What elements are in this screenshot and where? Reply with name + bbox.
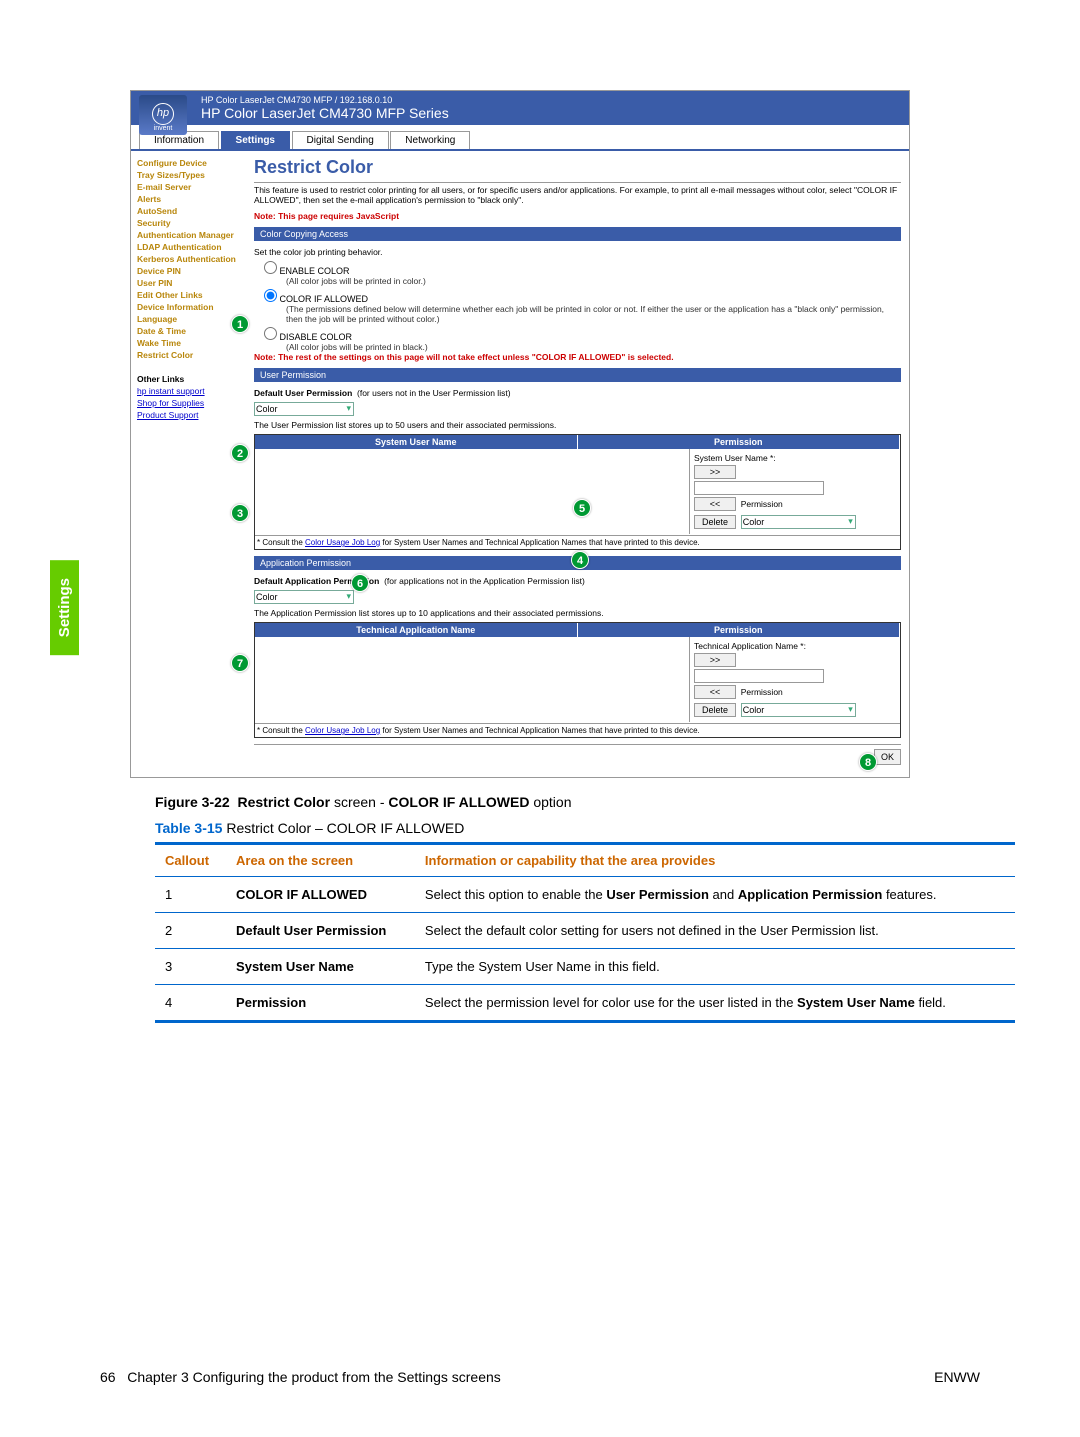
opt-disable-color: DISABLE COLOR	[280, 332, 353, 342]
nav-language[interactable]: Language	[131, 313, 246, 325]
callout-1: 1	[231, 315, 249, 333]
opt-enable-color: ENABLE COLOR	[280, 266, 350, 276]
nav-auth-manager[interactable]: Authentication Manager	[131, 229, 246, 241]
section-color-copying: Color Copying Access	[254, 227, 901, 241]
js-note: Note: This page requires JavaScript	[254, 211, 901, 221]
opt-color-if-allowed: COLOR IF ALLOWED	[280, 294, 369, 304]
settings-note: Note: The rest of the settings on this p…	[254, 352, 901, 362]
radio-disable-color[interactable]	[264, 327, 277, 340]
page-title: Restrict Color	[254, 157, 901, 178]
nav-date-time[interactable]: Date & Time	[131, 325, 246, 337]
table-row: 4 Permission Select the permission level…	[155, 985, 1015, 1022]
nav-kerberos-auth[interactable]: Kerberos Authentication	[131, 253, 246, 265]
nav-email-server[interactable]: E-mail Server	[131, 181, 246, 193]
app-list-desc: The Application Permission list stores u…	[254, 608, 901, 618]
app-permission-list[interactable]	[255, 637, 690, 722]
nav-shop-supplies[interactable]: Shop for Supplies	[131, 397, 246, 409]
table-row: 1 COLOR IF ALLOWED Select this option to…	[155, 877, 1015, 913]
table-caption: Table 3-15 Restrict Color – COLOR IF ALL…	[155, 820, 980, 836]
default-user-perm-hint: (for users not in the User Permission li…	[357, 388, 511, 398]
remove-app-button[interactable]: <<	[694, 685, 736, 699]
device-series: HP Color LaserJet CM4730 MFP Series	[201, 105, 909, 121]
nav-hp-instant-support[interactable]: hp instant support	[131, 385, 246, 397]
page-footer: 66 Chapter 3 Configuring the product fro…	[0, 1369, 1080, 1385]
nav-device-pin[interactable]: Device PIN	[131, 265, 246, 277]
nav-restrict-color[interactable]: Restrict Color	[131, 349, 246, 361]
default-app-perm-select[interactable]: Color	[254, 590, 354, 604]
table-row: 3 System User Name Type the System User …	[155, 949, 1015, 985]
behavior-label: Set the color job printing behavior.	[254, 247, 901, 257]
user-perm-select[interactable]: Color	[741, 515, 856, 529]
radio-enable-color[interactable]	[264, 261, 277, 274]
nav-tray-sizes[interactable]: Tray Sizes/Types	[131, 169, 246, 181]
th-app-permission: Permission	[578, 623, 901, 637]
default-app-perm-hint: (for applications not in the Application…	[384, 576, 585, 586]
ok-button[interactable]: OK	[874, 749, 901, 765]
hp-logo: hp invent	[139, 95, 187, 135]
default-user-perm-select[interactable]: Color	[254, 402, 354, 416]
table-row: 2 Default User Permission Select the def…	[155, 913, 1015, 949]
system-user-name-input[interactable]	[694, 481, 824, 495]
nav-other-links-header: Other Links	[131, 373, 246, 385]
add-user-button[interactable]: >>	[694, 465, 736, 479]
add-app-button[interactable]: >>	[694, 653, 736, 667]
page-description: This feature is used to restrict color p…	[254, 182, 901, 205]
callout-3: 3	[231, 504, 249, 522]
color-usage-log-link[interactable]: Color Usage Job Log	[305, 538, 380, 547]
callout-7: 7	[231, 654, 249, 672]
th-app-name: Technical Application Name	[255, 623, 578, 637]
nav-product-support[interactable]: Product Support	[131, 409, 246, 421]
callout-table: Callout Area on the screen Information o…	[155, 842, 1015, 1023]
nav-device-info[interactable]: Device Information	[131, 301, 246, 313]
remove-user-button[interactable]: <<	[694, 497, 736, 511]
nav-alerts[interactable]: Alerts	[131, 193, 246, 205]
tab-settings[interactable]: Settings	[221, 131, 290, 149]
nav-user-pin[interactable]: User PIN	[131, 277, 246, 289]
callout-2: 2	[231, 444, 249, 462]
user-perm-label: Permission	[741, 499, 783, 509]
system-user-name-label: System User Name *:	[694, 453, 896, 463]
opt-enable-color-sub: (All color jobs will be printed in color…	[286, 276, 901, 286]
app-perm-select[interactable]: Color	[741, 703, 856, 717]
section-user-permission: User Permission	[254, 368, 901, 382]
callout-5: 5	[573, 499, 591, 517]
delete-user-button[interactable]: Delete	[694, 515, 736, 529]
th-permission: Permission	[578, 435, 901, 449]
nav-edit-other-links[interactable]: Edit Other Links	[131, 289, 246, 301]
user-list-desc: The User Permission list stores up to 50…	[254, 420, 901, 430]
side-tab-settings: Settings	[50, 560, 79, 655]
app-name-label: Technical Application Name *:	[694, 641, 896, 651]
app-name-input[interactable]	[694, 669, 824, 683]
th-callout: Callout	[155, 844, 226, 877]
th-info: Information or capability that the area …	[415, 844, 1015, 877]
nav-ldap-auth[interactable]: LDAP Authentication	[131, 241, 246, 253]
default-user-perm-label: Default User Permission	[254, 388, 352, 398]
nav-wake-time[interactable]: Wake Time	[131, 337, 246, 349]
opt-color-if-allowed-sub: (The permissions defined below will dete…	[286, 304, 901, 324]
nav-autosend[interactable]: AutoSend	[131, 205, 246, 217]
radio-color-if-allowed[interactable]	[264, 289, 277, 302]
delete-app-button[interactable]: Delete	[694, 703, 736, 717]
tab-digital-sending[interactable]: Digital Sending	[292, 131, 389, 149]
tab-networking[interactable]: Networking	[390, 131, 470, 149]
nav-security[interactable]: Security	[131, 217, 246, 229]
figure-caption: Figure 3-22 Restrict Color screen - COLO…	[155, 794, 980, 810]
th-system-user-name: System User Name	[255, 435, 578, 449]
callout-8: 8	[859, 753, 877, 771]
nav-configure-device[interactable]: Configure Device	[131, 157, 246, 169]
color-usage-log-link-2[interactable]: Color Usage Job Log	[305, 726, 380, 735]
app-perm-label: Permission	[741, 687, 783, 697]
th-area: Area on the screen	[226, 844, 415, 877]
screenshot-figure: hp invent HP Color LaserJet CM4730 MFP /…	[130, 90, 910, 778]
device-address: HP Color LaserJet CM4730 MFP / 192.168.0…	[201, 95, 909, 105]
user-permission-list[interactable]	[255, 449, 690, 534]
callout-6: 6	[351, 574, 369, 592]
callout-4: 4	[571, 551, 589, 569]
opt-disable-color-sub: (All color jobs will be printed in black…	[286, 342, 901, 352]
